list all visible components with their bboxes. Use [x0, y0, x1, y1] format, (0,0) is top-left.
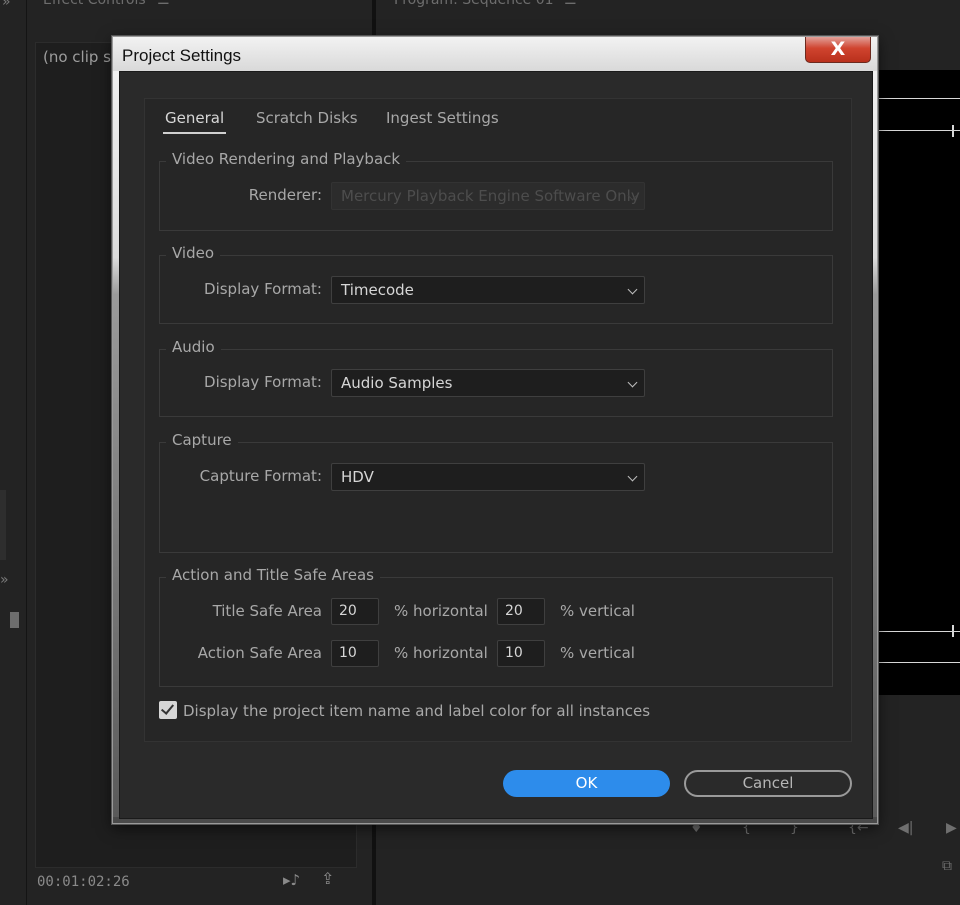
- renderer-label: Renderer:: [248, 186, 322, 204]
- video-display-format-value: Timecode: [341, 281, 414, 299]
- safe-guide-line: [876, 98, 960, 99]
- safe-guide-line: [876, 662, 960, 663]
- step-back-icon[interactable]: ◀|: [898, 820, 913, 836]
- title-safe-label: Title Safe Area: [212, 602, 322, 620]
- capture-group-title: Capture: [166, 431, 238, 449]
- video-display-format-dropdown[interactable]: Timecode: [331, 276, 645, 304]
- tab-scratch-disks[interactable]: Scratch Disks: [256, 109, 358, 127]
- chevron-down-icon: [627, 377, 638, 388]
- panel-tab-marker: [10, 612, 19, 628]
- title-safe-horizontal-value: 20: [339, 603, 357, 619]
- safe-areas-group-title: Action and Title Safe Areas: [166, 566, 380, 584]
- cancel-button[interactable]: Cancel: [684, 770, 852, 797]
- dialog-client-area: General Scratch Disks Ingest Settings Vi…: [119, 71, 873, 819]
- panel-overflow-icon-lower[interactable]: »: [0, 572, 9, 588]
- program-monitor-title[interactable]: Program: Sequence 01: [394, 0, 554, 8]
- action-safe-vertical-suffix: % vertical: [560, 644, 635, 662]
- no-clip-text: (no clip se: [43, 48, 121, 66]
- action-safe-vertical-input[interactable]: 10: [497, 640, 545, 667]
- title-safe-vertical-input[interactable]: 20: [497, 598, 545, 625]
- settings-panel: General Scratch Disks Ingest Settings Vi…: [144, 98, 852, 742]
- play-icon[interactable]: ▶: [946, 820, 957, 836]
- tab-ingest-settings[interactable]: Ingest Settings: [386, 109, 499, 127]
- capture-group: Capture Capture Format: HDV: [159, 431, 833, 553]
- title-safe-horizontal-input[interactable]: 20: [331, 598, 379, 625]
- checkmark-icon: [160, 701, 175, 715]
- lift-icon[interactable]: ⧉: [942, 858, 952, 874]
- effect-controls-title[interactable]: Effect Controls: [43, 0, 146, 8]
- display-label-color-checkbox[interactable]: [159, 701, 177, 719]
- audio-group: Audio Display Format: Audio Samples: [159, 338, 833, 417]
- chevron-down-icon: [627, 284, 638, 295]
- title-safe-vertical-suffix: % vertical: [560, 602, 635, 620]
- dialog-titlebar[interactable]: Project Settings X: [113, 37, 877, 71]
- panel-menu-icon-program[interactable]: ☰: [564, 0, 577, 8]
- renderer-dropdown: Mercury Playback Engine Software Only: [331, 182, 645, 210]
- project-settings-dialog: Project Settings X General Scratch Disks…: [112, 36, 878, 824]
- capture-format-dropdown[interactable]: HDV: [331, 463, 645, 491]
- action-safe-horizontal-value: 10: [339, 645, 357, 661]
- safe-guide-tick: [952, 625, 954, 637]
- title-safe-vertical-value: 20: [505, 603, 523, 619]
- action-safe-horizontal-input[interactable]: 10: [331, 640, 379, 667]
- audio-display-format-label: Display Format:: [204, 373, 322, 391]
- safe-guide-line: [876, 130, 960, 131]
- export-icon[interactable]: ⇪: [321, 869, 334, 888]
- ok-button[interactable]: OK: [503, 770, 670, 797]
- video-group: Video Display Format: Timecode: [159, 244, 833, 324]
- action-safe-vertical-value: 10: [505, 645, 523, 661]
- video-rendering-group: Video Rendering and Playback Renderer: M…: [159, 150, 833, 231]
- chevron-down-icon: [627, 471, 638, 482]
- audio-group-title: Audio: [166, 338, 221, 356]
- title-safe-horizontal-suffix: % horizontal: [394, 602, 488, 620]
- safe-areas-group: Action and Title Safe Areas Title Safe A…: [159, 566, 833, 687]
- dialog-title: Project Settings: [122, 46, 242, 65]
- effect-controls-timecode[interactable]: 00:01:02:26: [37, 874, 130, 890]
- audio-display-format-dropdown[interactable]: Audio Samples: [331, 369, 645, 397]
- video-rendering-group-title: Video Rendering and Playback: [166, 150, 407, 168]
- tab-general[interactable]: General: [162, 109, 227, 134]
- video-display-format-label: Display Format:: [204, 280, 322, 298]
- close-icon: X: [830, 38, 846, 60]
- safe-guide-tick: [952, 125, 954, 137]
- audio-display-format-value: Audio Samples: [341, 374, 453, 392]
- left-panel-strip: » »: [0, 0, 27, 905]
- safe-guide-line: [876, 631, 960, 632]
- filter-audio-icon[interactable]: ▸♪: [283, 871, 300, 889]
- action-safe-label: Action Safe Area: [197, 644, 322, 662]
- panel-scrollbar[interactable]: [0, 490, 6, 560]
- panel-menu-icon[interactable]: ☰: [157, 0, 170, 8]
- capture-format-value: HDV: [341, 468, 374, 486]
- renderer-value: Mercury Playback Engine Software Only: [341, 187, 640, 205]
- capture-format-label: Capture Format:: [199, 467, 322, 485]
- close-button[interactable]: X: [805, 37, 871, 63]
- display-label-color-label[interactable]: Display the project item name and label …: [183, 702, 650, 720]
- panel-overflow-icon[interactable]: »: [2, 0, 11, 10]
- video-group-title: Video: [166, 244, 221, 262]
- action-safe-horizontal-suffix: % horizontal: [394, 644, 488, 662]
